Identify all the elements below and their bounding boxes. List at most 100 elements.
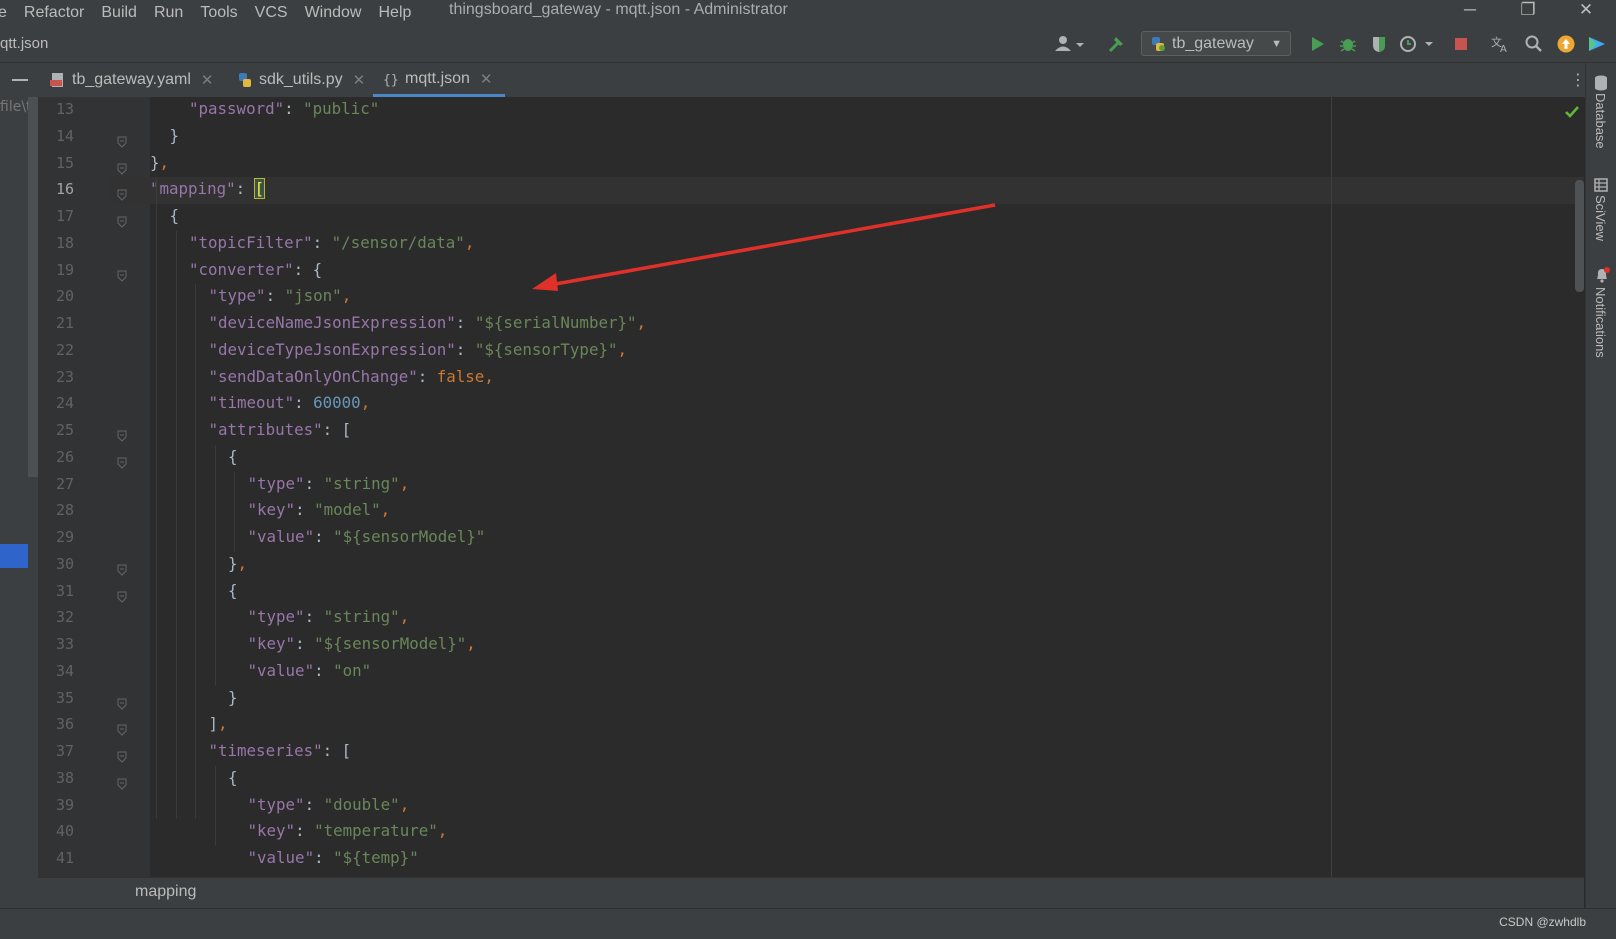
line-number[interactable]: 39	[38, 796, 74, 814]
code-line[interactable]: "timeout": 60000,	[209, 393, 371, 412]
line-number[interactable]: 29	[38, 528, 74, 546]
project-panel-edge[interactable]: file\tl	[0, 97, 38, 908]
code-line[interactable]: "deviceTypeJsonExpression": "${sensorTyp…	[209, 340, 628, 359]
tab-sdk-utils-py[interactable]: sdk_utils.py ✕	[237, 63, 365, 97]
line-number[interactable]: 23	[38, 368, 74, 386]
code-line[interactable]: "value": "${sensorModel}"	[248, 527, 486, 546]
line-number[interactable]: 40	[38, 822, 74, 840]
sciview-tool-label[interactable]: SciView	[1593, 195, 1608, 241]
database-tool-label[interactable]: Database	[1593, 93, 1608, 149]
line-number[interactable]: 31	[38, 582, 74, 600]
code-line[interactable]: "key": "${sensorModel}",	[248, 634, 476, 653]
update-icon[interactable]	[1555, 34, 1577, 54]
plugin-icon[interactable]	[1586, 34, 1608, 54]
code-line[interactable]: "deviceNameJsonExpression": "${serialNum…	[209, 313, 647, 332]
translate-icon[interactable]: 文A	[1490, 34, 1512, 54]
navigation-breadcrumb[interactable]: qtt.json	[0, 26, 48, 62]
code-line[interactable]: "type": "string",	[248, 607, 410, 626]
minimize-button[interactable]: ─	[1450, 0, 1490, 26]
database-icon[interactable]	[1594, 75, 1608, 95]
line-number[interactable]: 41	[38, 849, 74, 867]
code-line[interactable]: "key": "model",	[248, 500, 391, 519]
line-number[interactable]: 13	[38, 100, 74, 118]
code-line[interactable]: ],	[209, 714, 228, 733]
line-number[interactable]: 36	[38, 715, 74, 733]
editor-scrollbar-thumb[interactable]	[1575, 180, 1584, 292]
line-number[interactable]: 25	[38, 421, 74, 439]
line-number[interactable]: 17	[38, 207, 74, 225]
line-number[interactable]: 26	[38, 448, 74, 466]
code-line[interactable]: "converter": {	[189, 260, 322, 279]
menu-item-window[interactable]: Window	[305, 4, 362, 22]
menu-item-refactor[interactable]: Refactor	[24, 4, 84, 22]
code-line[interactable]: "mapping": [	[150, 178, 266, 200]
fold-marker-icon[interactable]	[117, 267, 127, 282]
code-line[interactable]: {	[228, 581, 238, 600]
line-number[interactable]: 35	[38, 689, 74, 707]
code-line[interactable]: "attributes": [	[209, 420, 352, 439]
close-window-button[interactable]: ✕	[1566, 0, 1606, 26]
restore-button[interactable]: ❐	[1508, 0, 1548, 26]
line-number[interactable]: 30	[38, 555, 74, 573]
project-panel-scrollbar[interactable]	[28, 97, 38, 477]
code-line[interactable]: {	[228, 768, 238, 787]
code-line[interactable]: "sendDataOnlyOnChange": false,	[209, 367, 494, 386]
project-selected-row[interactable]	[0, 544, 28, 568]
line-number[interactable]: 16	[38, 180, 74, 198]
build-hammer-icon[interactable]	[1105, 34, 1129, 54]
notifications-tool-label[interactable]: Notifications	[1593, 287, 1608, 358]
fold-marker-icon[interactable]	[117, 454, 127, 469]
minimize-panel-icon[interactable]	[12, 79, 28, 81]
code-line[interactable]: "value": "${temp}"	[248, 848, 419, 867]
close-tab-icon[interactable]: ✕	[480, 70, 493, 88]
menu-item-help[interactable]: Help	[378, 4, 411, 22]
line-number[interactable]: 33	[38, 635, 74, 653]
sciview-icon[interactable]	[1594, 177, 1608, 196]
menu-item-e[interactable]: e	[0, 4, 7, 22]
fold-marker-icon[interactable]	[117, 160, 127, 175]
line-number[interactable]: 22	[38, 341, 74, 359]
stop-icon[interactable]	[1451, 34, 1471, 54]
notifications-bell-icon[interactable]	[1594, 267, 1610, 287]
fold-marker-icon[interactable]	[117, 133, 127, 148]
code-line[interactable]: },	[228, 554, 247, 573]
user-icon[interactable]	[1053, 34, 1087, 54]
code-line[interactable]: "password": "public"	[189, 99, 379, 118]
tab-mqtt-json[interactable]: {} mqtt.json ✕	[373, 63, 505, 97]
line-number[interactable]: 34	[38, 662, 74, 680]
tab-tb-gateway-yaml[interactable]: tb_gateway.yaml ✕	[50, 63, 213, 97]
code-line[interactable]: "key": "temperature",	[248, 821, 448, 840]
profile-icon[interactable]	[1398, 34, 1438, 54]
close-tab-icon[interactable]: ✕	[201, 71, 214, 89]
line-number[interactable]: 14	[38, 127, 74, 145]
code-line[interactable]: "timeseries": [	[209, 741, 352, 760]
debug-icon[interactable]	[1337, 34, 1359, 54]
code-line[interactable]: "type": "double",	[248, 795, 410, 814]
line-number[interactable]: 28	[38, 501, 74, 519]
line-number[interactable]: 27	[38, 475, 74, 493]
code-line[interactable]: "topicFilter": "/sensor/data",	[189, 233, 474, 252]
menu-item-tools[interactable]: Tools	[200, 4, 237, 22]
line-number[interactable]: 24	[38, 394, 74, 412]
menu-item-vcs[interactable]: VCS	[255, 4, 288, 22]
search-icon[interactable]	[1523, 34, 1545, 54]
line-number[interactable]: 38	[38, 769, 74, 787]
code-line[interactable]: "type": "json",	[209, 286, 352, 305]
close-tab-icon[interactable]: ✕	[353, 71, 366, 89]
run-configuration-dropdown[interactable]: tb_gateway ▼	[1141, 31, 1291, 56]
line-number[interactable]: 18	[38, 234, 74, 252]
code-line[interactable]: {	[228, 447, 238, 466]
line-number[interactable]: 21	[38, 314, 74, 332]
code-line[interactable]: },	[150, 153, 169, 172]
run-icon[interactable]	[1307, 34, 1329, 54]
fold-marker-icon[interactable]	[117, 213, 127, 228]
fold-marker-icon[interactable]	[117, 695, 127, 710]
breadcrumb-mapping[interactable]: mapping	[135, 883, 196, 901]
menu-item-build[interactable]: Build	[101, 4, 137, 22]
line-number[interactable]: 32	[38, 608, 74, 626]
more-options-icon[interactable]: ⋮	[1570, 71, 1586, 89]
line-number[interactable]: 37	[38, 742, 74, 760]
code-line[interactable]: }	[170, 126, 180, 145]
fold-marker-icon[interactable]	[117, 721, 127, 736]
fold-marker-icon[interactable]	[117, 186, 127, 201]
